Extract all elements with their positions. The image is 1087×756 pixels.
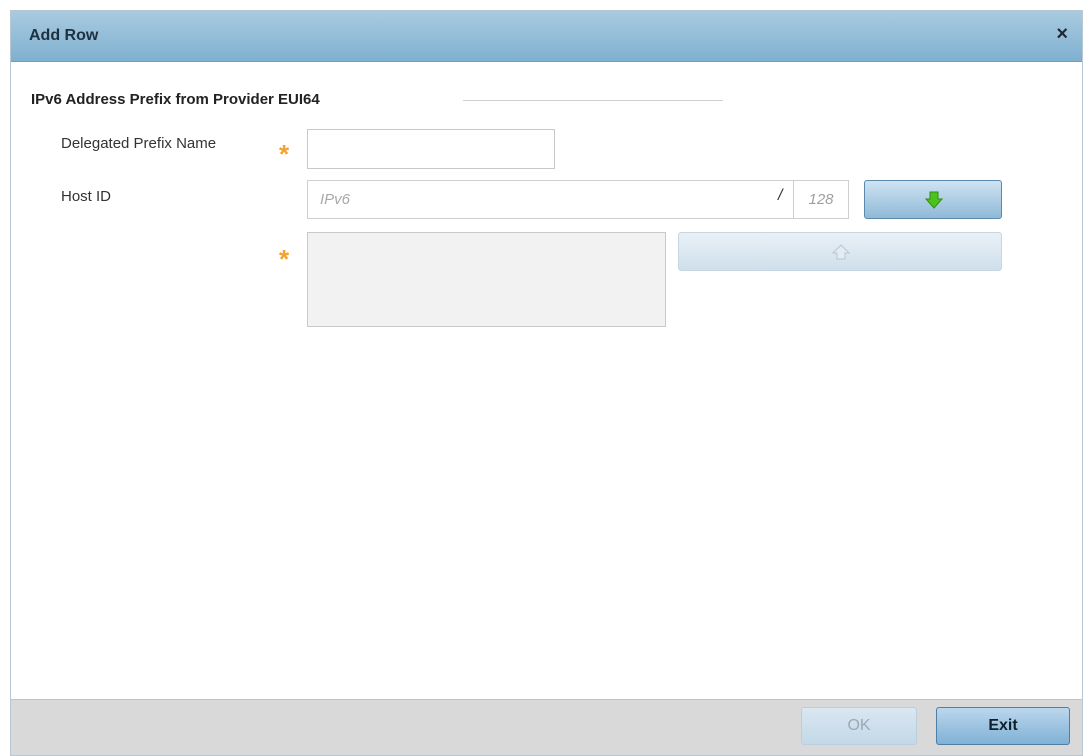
add-host-button[interactable] [864,180,1002,219]
section-divider [463,100,723,101]
add-row-dialog: Add Row × IPv6 Address Prefix from Provi… [10,10,1083,756]
host-id-ipv6-input[interactable] [308,181,778,218]
host-id-list[interactable] [307,232,666,327]
section-title: IPv6 Address Prefix from Provider EUI64 [31,91,320,108]
prefix-length-field[interactable]: 128 [793,181,848,218]
prefix-separator: / [778,187,783,204]
close-icon[interactable]: × [1056,24,1068,44]
delegated-prefix-name-label: Delegated Prefix Name [61,135,217,152]
dialog-title: Add Row [29,27,99,44]
required-marker-list: * [279,244,290,274]
exit-button[interactable]: Exit [936,707,1070,745]
required-marker: * [279,139,290,169]
arrow-up-icon [832,244,850,260]
host-id-field-group: / 128 [307,180,849,219]
dialog-titlebar: Add Row × [11,11,1082,62]
arrow-down-icon [925,191,943,209]
remove-host-button[interactable] [678,232,1002,271]
host-id-label: Host ID [61,188,112,205]
dialog-footer: OK Exit [11,699,1082,755]
ok-button[interactable]: OK [801,707,917,745]
delegated-prefix-name-input[interactable] [307,129,555,169]
